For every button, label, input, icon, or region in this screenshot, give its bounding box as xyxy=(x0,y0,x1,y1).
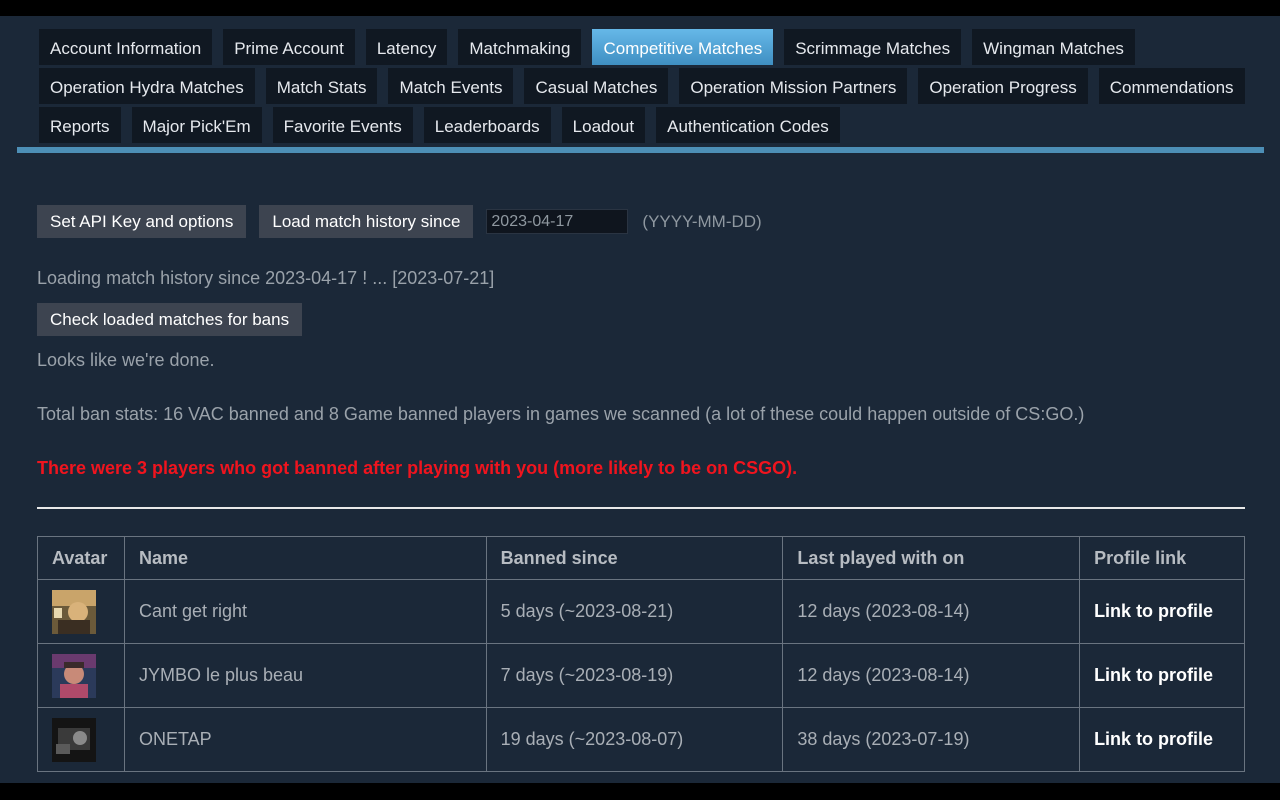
last-played: 12 days (2023-08-14) xyxy=(782,643,1081,708)
load-match-history-button[interactable]: Load match history since xyxy=(259,205,474,238)
avatar[interactable] xyxy=(52,589,96,634)
header-name: Name xyxy=(123,536,487,580)
tab-row-1: Account Information Prime Account Latenc… xyxy=(39,29,1259,65)
header-last-played: Last played with on xyxy=(782,536,1081,580)
tab-match-events[interactable]: Match Events xyxy=(388,68,514,104)
tab-scrimmage-matches[interactable]: Scrimmage Matches xyxy=(784,29,962,65)
header-avatar: Avatar xyxy=(37,536,125,580)
tab-row-3: Reports Major Pick'Em Favorite Events Le… xyxy=(39,107,1259,143)
avatar[interactable] xyxy=(52,717,96,762)
banned-since: 19 days (~2023-08-07) xyxy=(485,707,784,772)
banned-since: 7 days (~2023-08-19) xyxy=(485,643,784,708)
player-name: Cant get right xyxy=(123,579,487,644)
tab-loadout[interactable]: Loadout xyxy=(561,107,646,143)
tab-bar: Account Information Prime Account Latenc… xyxy=(39,29,1259,146)
profile-link[interactable]: Link to profile xyxy=(1079,707,1245,772)
header-profile-link: Profile link xyxy=(1079,536,1245,580)
avatar-cell xyxy=(37,707,125,772)
top-black-bar xyxy=(0,0,1280,16)
ban-alert: There were 3 players who got banned afte… xyxy=(37,458,798,478)
banned-players-table: Avatar Name Banned since Last played wit… xyxy=(37,536,1245,772)
banned-since: 5 days (~2023-08-21) xyxy=(485,579,784,644)
page-frame: Account Information Prime Account Latenc… xyxy=(0,16,1280,783)
tab-latency[interactable]: Latency xyxy=(365,29,448,65)
player-name: JYMBO le plus beau xyxy=(123,643,487,708)
tab-operation-mission-partners[interactable]: Operation Mission Partners xyxy=(679,68,908,104)
profile-link[interactable]: Link to profile xyxy=(1079,579,1245,644)
table-row: Cant get right 5 days (~2023-08-21) 12 d… xyxy=(37,579,1245,644)
date-format-hint: (YYYY-MM-DD) xyxy=(642,211,762,231)
loading-status: Loading match history since 2023-04-17 !… xyxy=(37,268,495,288)
avatar[interactable] xyxy=(52,653,96,698)
tab-major-pickem[interactable]: Major Pick'Em xyxy=(131,107,262,143)
table-row: JYMBO le plus beau 7 days (~2023-08-19) … xyxy=(37,643,1245,708)
tab-prime-account[interactable]: Prime Account xyxy=(223,29,355,65)
tab-favorite-events[interactable]: Favorite Events xyxy=(272,107,413,143)
total-ban-stats: Total ban stats: 16 VAC banned and 8 Gam… xyxy=(37,404,1085,424)
player-name: ONETAP xyxy=(123,707,487,772)
tab-row-2: Operation Hydra Matches Match Stats Matc… xyxy=(39,68,1259,104)
avatar-cell xyxy=(37,643,125,708)
tab-casual-matches[interactable]: Casual Matches xyxy=(524,68,669,104)
done-status: Looks like we're done. xyxy=(37,350,215,370)
check-bans-button[interactable]: Check loaded matches for bans xyxy=(37,303,303,336)
tab-matchmaking[interactable]: Matchmaking xyxy=(458,29,582,65)
bottom-black-bar xyxy=(0,783,1280,800)
tab-underline xyxy=(17,147,1264,153)
tab-reports[interactable]: Reports xyxy=(39,107,121,143)
table-header-row: Avatar Name Banned since Last played wit… xyxy=(37,536,1245,580)
tab-operation-hydra-matches[interactable]: Operation Hydra Matches xyxy=(39,68,255,104)
tab-commendations[interactable]: Commendations xyxy=(1098,68,1245,104)
controls-row: Set API Key and options Load match histo… xyxy=(37,205,1245,238)
tab-authentication-codes[interactable]: Authentication Codes xyxy=(656,107,840,143)
divider xyxy=(37,507,1245,509)
profile-link[interactable]: Link to profile xyxy=(1079,643,1245,708)
tab-operation-progress[interactable]: Operation Progress xyxy=(918,68,1088,104)
date-input[interactable] xyxy=(486,209,629,234)
tab-match-stats[interactable]: Match Stats xyxy=(265,68,378,104)
main-content: Set API Key and options Load match histo… xyxy=(37,205,1245,772)
avatar-cell xyxy=(37,579,125,644)
table-row: ONETAP 19 days (~2023-08-07) 38 days (20… xyxy=(37,707,1245,772)
set-api-key-button[interactable]: Set API Key and options xyxy=(37,205,247,238)
tab-wingman-matches[interactable]: Wingman Matches xyxy=(972,29,1135,65)
last-played: 38 days (2023-07-19) xyxy=(782,707,1081,772)
tab-competitive-matches[interactable]: Competitive Matches xyxy=(592,29,774,65)
header-banned-since: Banned since xyxy=(485,536,784,580)
tab-account-information[interactable]: Account Information xyxy=(39,29,213,65)
tab-leaderboards[interactable]: Leaderboards xyxy=(423,107,551,143)
last-played: 12 days (2023-08-14) xyxy=(782,579,1081,644)
